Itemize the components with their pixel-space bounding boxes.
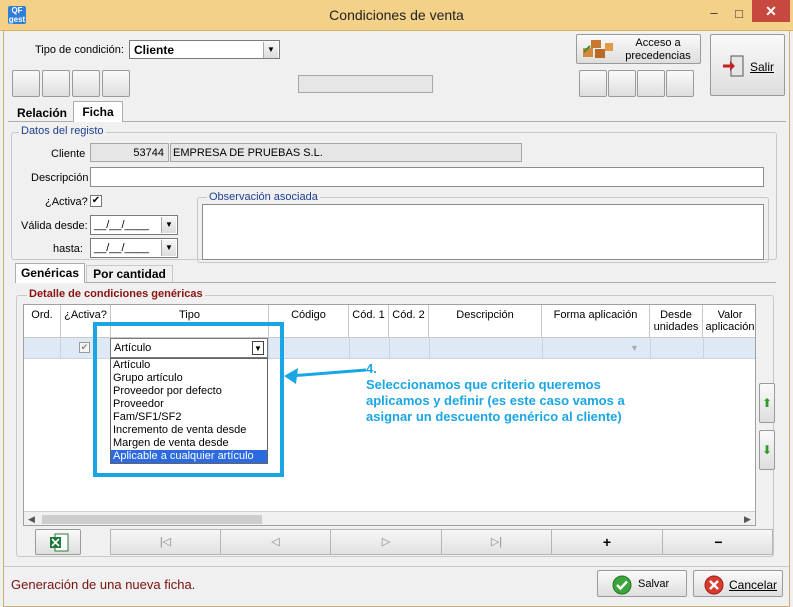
record-indicator-field: [298, 75, 433, 93]
toolbar-button-7[interactable]: [637, 70, 665, 97]
exit-door-icon: [723, 55, 744, 77]
client-name-field: EMPRESA DE PRUEBAS S.L.: [170, 143, 522, 162]
column-header[interactable]: Forma aplicación: [542, 305, 650, 337]
cell-divider: [542, 338, 543, 359]
description-label: Descripción: [31, 172, 89, 184]
column-header[interactable]: Cód. 2: [389, 305, 429, 337]
boxes-icon: [583, 40, 613, 58]
chevron-down-icon[interactable]: ▼: [161, 240, 176, 256]
scroll-right-icon[interactable]: ▶: [744, 514, 751, 525]
active-label: ¿Activa?: [45, 196, 88, 208]
horizontal-scrollbar[interactable]: ◀ ▶: [24, 511, 755, 525]
column-header[interactable]: Ord.: [24, 305, 61, 337]
condition-type-value: Cliente: [134, 43, 175, 57]
client-code-field: 53744: [90, 143, 169, 162]
remove-row-button[interactable]: −: [663, 530, 774, 554]
description-input[interactable]: [90, 167, 764, 187]
valid-from-value: __/__/____: [94, 219, 150, 231]
next-record-button[interactable]: ▷: [331, 530, 442, 554]
check-icon: [612, 575, 632, 595]
add-row-button[interactable]: +: [552, 530, 663, 554]
valid-from-label: Válida desde:: [21, 220, 88, 232]
cell-ord[interactable]: [24, 338, 61, 359]
move-up-button[interactable]: ⬆: [759, 383, 775, 423]
access-precedences-button[interactable]: Acceso a precedencias: [576, 34, 701, 64]
cell-divider: [429, 338, 430, 359]
cancel-button-label: Cancelar: [729, 578, 778, 592]
observation-textarea[interactable]: [202, 204, 764, 260]
annotation-step: 4.: [366, 361, 377, 376]
until-date[interactable]: __/__/____ ▼: [90, 238, 178, 258]
chevron-down-icon: ▼: [263, 42, 278, 58]
arrow-down-icon: ⬇: [762, 443, 773, 457]
annotation-line: Seleccionamos que criterio queremos: [366, 377, 601, 392]
prev-record-button[interactable]: ◁: [221, 530, 331, 554]
condition-type-select[interactable]: Cliente ▼: [129, 40, 280, 59]
valid-from-date[interactable]: __/__/____ ▼: [90, 215, 178, 235]
toolbar-button-1[interactable]: [12, 70, 40, 97]
first-record-button[interactable]: |◁: [111, 530, 221, 554]
maximize-button[interactable]: □: [728, 6, 750, 24]
arrow-up-icon: ⬆: [762, 396, 773, 410]
column-header[interactable]: Cód. 1: [349, 305, 389, 337]
column-header[interactable]: Descripción: [429, 305, 542, 337]
toolbar-button-8[interactable]: [666, 70, 694, 97]
until-value: __/__/____: [94, 242, 150, 254]
cancel-x-icon: [704, 575, 724, 595]
chevron-down-icon[interactable]: ▼: [161, 217, 176, 233]
condition-type-label: Tipo de condición:: [35, 44, 124, 56]
toolbar-button-3[interactable]: [72, 70, 100, 97]
column-header[interactable]: Desde unidades: [650, 305, 703, 337]
until-label: hasta:: [53, 243, 83, 255]
minimize-button[interactable]: –: [703, 6, 725, 24]
toolbar-button-4[interactable]: [102, 70, 130, 97]
record-group-title: Datos del registo: [19, 125, 106, 137]
row-active-checkbox[interactable]: ✔: [79, 342, 90, 353]
subtab-por-cantidad[interactable]: Por cantidad: [86, 265, 173, 282]
client-name-value: EMPRESA DE PRUEBAS S.L.: [173, 147, 323, 159]
last-record-button[interactable]: ▷|: [442, 530, 552, 554]
title-bar: QF gest Condiciones de venta – □ ✕: [0, 0, 793, 31]
client-code-value: 53744: [133, 147, 164, 159]
save-button-label: Salvar: [638, 578, 670, 590]
close-button[interactable]: ✕: [752, 0, 790, 22]
annotation-line: asignar un descuento genérico al cliente…: [366, 409, 622, 424]
cancel-button[interactable]: Cancelar: [693, 570, 783, 597]
exit-button[interactable]: Salir: [710, 34, 785, 96]
exit-button-label: Salir: [750, 60, 775, 74]
subtab-strip-line: [15, 282, 776, 283]
column-header[interactable]: Valor aplicación: [703, 305, 755, 337]
export-excel-button[interactable]: [35, 529, 81, 555]
toolbar-button-2[interactable]: [42, 70, 70, 97]
active-checkbox[interactable]: ✔: [90, 195, 102, 207]
save-button[interactable]: Salvar: [597, 570, 687, 597]
toolbar-button-5[interactable]: [579, 70, 607, 97]
scroll-left-icon[interactable]: ◀: [28, 514, 35, 525]
cell-divider: [389, 338, 390, 359]
annotation-line: aplicamos y definir (es este caso vamos …: [366, 393, 625, 408]
grid-nav-bar: |◁ ◁ ▷ ▷| + −: [110, 529, 773, 555]
status-text: Generación de una nueva ficha.: [11, 577, 196, 592]
forma-aplicacion-chevron-icon[interactable]: ▼: [630, 343, 639, 353]
tab-relacion[interactable]: Relación: [12, 105, 72, 122]
client-label: Cliente: [51, 148, 86, 160]
annotation-text: 4. Seleccionamos que criterio queremos a…: [366, 361, 625, 425]
annotation-arrow-icon: [284, 368, 367, 384]
toolbar-button-6[interactable]: [608, 70, 636, 97]
annotation-highlight-box: [93, 322, 284, 477]
observation-group-title: Observación asociada: [207, 191, 320, 203]
excel-icon: [50, 533, 69, 552]
scroll-thumb[interactable]: [42, 515, 262, 524]
tab-strip-line: [8, 121, 786, 122]
cell-divider: [703, 338, 704, 359]
detail-group-title: Detalle de condiciones genéricas: [27, 288, 205, 300]
cell-divider: [349, 338, 350, 359]
footer-divider: [4, 566, 789, 567]
subtab-genericas[interactable]: Genéricas: [15, 263, 85, 283]
access-precedences-label: Acceso a precedencias: [625, 37, 691, 62]
cell-divider: [650, 338, 651, 359]
move-down-button[interactable]: ⬇: [759, 430, 775, 470]
window-title: Condiciones de venta: [329, 7, 464, 23]
tab-ficha[interactable]: Ficha: [73, 101, 123, 122]
